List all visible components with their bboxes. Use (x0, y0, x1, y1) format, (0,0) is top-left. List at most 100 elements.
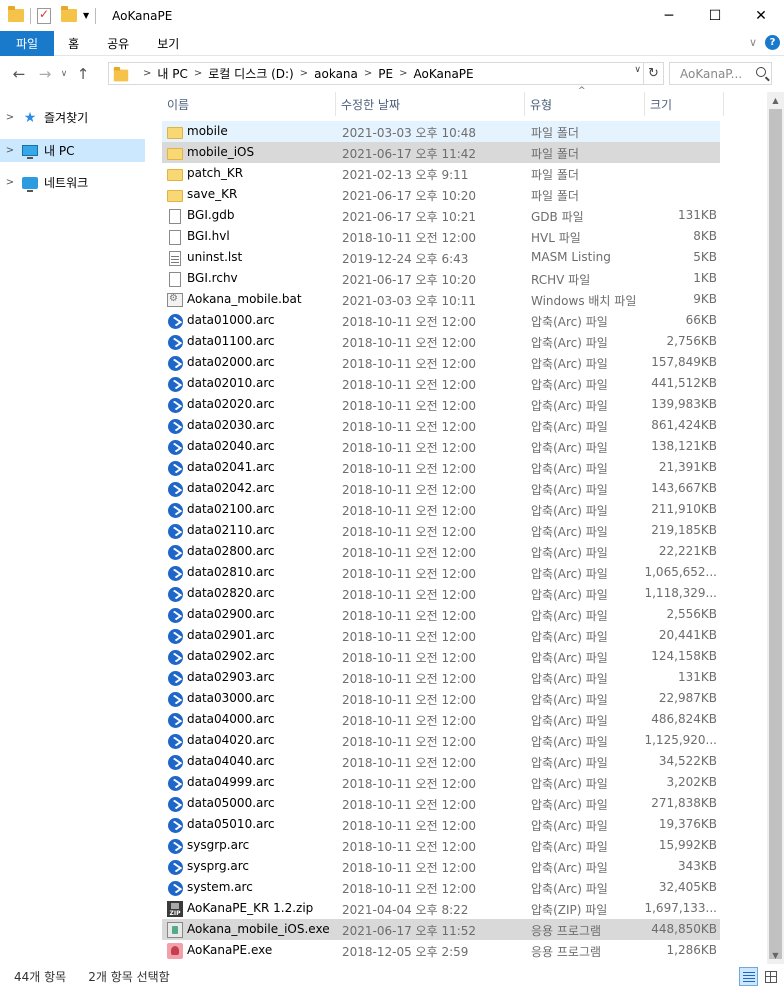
column-header-date[interactable]: 수정한 날짜 (336, 92, 525, 116)
search-input[interactable]: AoKanaP... (669, 62, 772, 85)
table-row[interactable]: data02903.arc 2018-10-11 오전 12:00 압축(Arc) … (162, 667, 720, 688)
table-row[interactable]: data01000.arc 2018-10-11 오전 12:00 압축(Arc) … (162, 310, 720, 331)
table-row[interactable]: data02041.arc 2018-10-11 오전 12:00 압축(Arc) … (162, 457, 720, 478)
table-row[interactable]: patch_KR 2021-02-13 오후 9:11 파일 폴더 (162, 163, 720, 184)
table-row[interactable]: sysprg.arc 2018-10-11 오전 12:00 압축(Arc) 파일 3… (162, 856, 720, 877)
tab-file[interactable]: 파일 (0, 30, 55, 56)
table-row[interactable]: Aokana_mobile.bat 2021-03-03 오후 10:11 Wind… (162, 289, 720, 310)
table-row[interactable]: BGI.gdb 2021-06-17 오후 10:21 GDB 파일 131KB (162, 205, 720, 226)
text-file-icon (169, 250, 181, 266)
file-type: 파일 폴더 (531, 189, 579, 203)
expand-chevron-icon[interactable]: > (0, 177, 20, 188)
refresh-icon[interactable]: ↻ (643, 63, 663, 84)
file-size: 22,221KB (658, 544, 717, 558)
search-placeholder: AoKanaP... (680, 66, 743, 81)
expand-ribbon-chevron-icon[interactable]: ∨ (749, 36, 757, 49)
chevron-right-icon[interactable]: > (143, 68, 151, 79)
sidebar-item-network[interactable]: > 네트워크 (0, 171, 145, 194)
table-row[interactable]: BGI.hvl 2018-10-11 오전 12:00 HVL 파일 8KB (162, 226, 720, 247)
table-row[interactable]: data02042.arc 2018-10-11 오전 12:00 압축(Arc) … (162, 478, 720, 499)
chevron-right-icon[interactable]: > (194, 68, 202, 79)
tab-share[interactable]: 공유 (93, 31, 143, 56)
chevron-right-icon[interactable]: > (399, 68, 407, 79)
table-row[interactable]: data02800.arc 2018-10-11 오전 12:00 압축(Arc) … (162, 541, 720, 562)
column-header-type[interactable]: 유형 (525, 92, 645, 116)
table-row[interactable]: data04999.arc 2018-10-11 오전 12:00 압축(Arc) … (162, 772, 720, 793)
table-row[interactable]: data04020.arc 2018-10-11 오전 12:00 압축(Arc) … (162, 730, 720, 751)
table-row[interactable]: data02000.arc 2018-10-11 오전 12:00 압축(Arc) … (162, 352, 720, 373)
minimize-button[interactable]: ─ (646, 0, 692, 31)
breadcrumb-aokanape[interactable]: AoKanaPE (414, 67, 474, 81)
sidebar-item-this-pc[interactable]: > 내 PC (0, 139, 145, 162)
help-icon[interactable]: ? (765, 35, 780, 50)
up-arrow-icon[interactable]: ↑ (72, 65, 94, 83)
file-size: 131KB (677, 670, 717, 684)
table-row[interactable]: mobile 2021-03-03 오후 10:48 파일 폴더 (162, 121, 720, 142)
scroll-down-icon[interactable]: ▼ (767, 947, 784, 964)
expand-chevron-icon[interactable]: > (0, 112, 20, 123)
table-row[interactable]: BGI.rchv 2021-06-17 오후 10:20 RCHV 파일 1KB (162, 268, 720, 289)
table-row[interactable]: data05010.arc 2018-10-11 오전 12:00 압축(Arc) … (162, 814, 720, 835)
table-row[interactable]: data02900.arc 2018-10-11 오전 12:00 압축(Arc) … (162, 604, 720, 625)
table-row[interactable]: uninst.lst 2019-12-24 오후 6:43 MASM Listing… (162, 247, 720, 268)
file-size: 15,992KB (658, 838, 717, 852)
forward-arrow-icon[interactable]: → (34, 65, 56, 83)
table-row[interactable]: mobile_iOS 2021-06-17 오후 11:42 파일 폴더 (162, 142, 720, 163)
table-row[interactable]: data02810.arc 2018-10-11 오전 12:00 압축(Arc) … (162, 562, 720, 583)
column-header-size[interactable]: 크기 (645, 92, 724, 116)
new-folder-icon[interactable] (61, 6, 77, 22)
file-size: 66KB (685, 313, 717, 327)
table-row[interactable]: system.arc 2018-10-11 오전 12:00 압축(Arc) 파일 3… (162, 877, 720, 898)
table-row[interactable]: data04000.arc 2018-10-11 오전 12:00 압축(Arc) … (162, 709, 720, 730)
application-icon (167, 922, 183, 938)
maximize-button[interactable]: ☐ (692, 0, 738, 31)
scrollbar-thumb[interactable] (769, 109, 782, 959)
vertical-scrollbar[interactable]: ▲ ▼ (767, 92, 784, 964)
breadcrumb-local-disk[interactable]: 로컬 디스크 (D:) (208, 65, 293, 82)
table-row[interactable]: AoKanaPE.exe 2018-12-05 오후 2:59 응용 프로그램 1,2… (162, 940, 720, 961)
breadcrumb-this-pc[interactable]: 내 PC (157, 65, 187, 82)
table-row[interactable]: Aokana_mobile_iOS.exe 2021-06-17 오후 11:52… (162, 919, 720, 940)
details-view-button[interactable] (739, 967, 758, 986)
breadcrumb-pe[interactable]: PE (378, 67, 393, 81)
large-icons-view-button[interactable] (761, 967, 780, 986)
table-row[interactable]: data02030.arc 2018-10-11 오전 12:00 압축(Arc) … (162, 415, 720, 436)
table-row[interactable]: data02020.arc 2018-10-11 오전 12:00 압축(Arc) … (162, 394, 720, 415)
sidebar-item-quick-access[interactable]: > ★ 즐겨찾기 (0, 106, 145, 129)
table-row[interactable]: data04040.arc 2018-10-11 오전 12:00 압축(Arc) … (162, 751, 720, 772)
scroll-up-icon[interactable]: ▲ (767, 92, 784, 109)
breadcrumb-aokana[interactable]: aokana (314, 67, 358, 81)
table-row[interactable]: data05000.arc 2018-10-11 오전 12:00 압축(Arc) … (162, 793, 720, 814)
table-row[interactable]: ZIP AoKanaPE_KR 1.2.zip 2021-04-04 오후 8:22… (162, 898, 720, 919)
file-type: 압축(Arc) 파일 (531, 525, 608, 539)
table-row[interactable]: data02901.arc 2018-10-11 오전 12:00 압축(Arc) … (162, 625, 720, 646)
table-row[interactable]: data02100.arc 2018-10-11 오전 12:00 압축(Arc) … (162, 499, 720, 520)
table-row[interactable]: data02010.arc 2018-10-11 오전 12:00 압축(Arc) … (162, 373, 720, 394)
address-history-chevron-icon[interactable]: ∨ (634, 65, 641, 75)
chevron-right-icon[interactable]: > (300, 68, 308, 79)
close-button[interactable]: ✕ (738, 0, 784, 31)
archive-icon (167, 796, 183, 812)
column-header-name[interactable]: 이름 (162, 92, 336, 116)
table-row[interactable]: data02902.arc 2018-10-11 오전 12:00 압축(Arc) … (162, 646, 720, 667)
archive-icon (167, 670, 183, 686)
tab-home[interactable]: 홈 (54, 31, 93, 56)
chevron-right-icon[interactable]: > (364, 68, 372, 79)
tab-view[interactable]: 보기 (143, 31, 193, 56)
back-arrow-icon[interactable]: ← (8, 65, 30, 83)
customize-toolbar-dropdown[interactable]: ▼ (83, 11, 89, 20)
table-row[interactable]: data02040.arc 2018-10-11 오전 12:00 압축(Arc) … (162, 436, 720, 457)
table-row[interactable]: sysgrp.arc 2018-10-11 오전 12:00 압축(Arc) 파일 1… (162, 835, 720, 856)
file-date: 2018-10-11 오전 12:00 (342, 567, 477, 581)
properties-icon[interactable] (37, 7, 51, 24)
table-row[interactable]: data01100.arc 2018-10-11 오전 12:00 압축(Arc) … (162, 331, 720, 352)
recent-locations-chevron-icon[interactable]: ∨ (56, 69, 72, 79)
address-bar[interactable]: > 내 PC > 로컬 디스크 (D:) > aokana > PE > AoK… (108, 62, 664, 85)
table-row[interactable]: data02110.arc 2018-10-11 오전 12:00 압축(Arc) … (162, 520, 720, 541)
archive-icon (167, 481, 183, 497)
archive-icon (167, 733, 183, 749)
expand-chevron-icon[interactable]: > (0, 145, 20, 156)
table-row[interactable]: data02820.arc 2018-10-11 오전 12:00 압축(Arc) … (162, 583, 720, 604)
table-row[interactable]: save_KR 2021-06-17 오후 10:20 파일 폴더 (162, 184, 720, 205)
table-row[interactable]: data03000.arc 2018-10-11 오전 12:00 압축(Arc) … (162, 688, 720, 709)
